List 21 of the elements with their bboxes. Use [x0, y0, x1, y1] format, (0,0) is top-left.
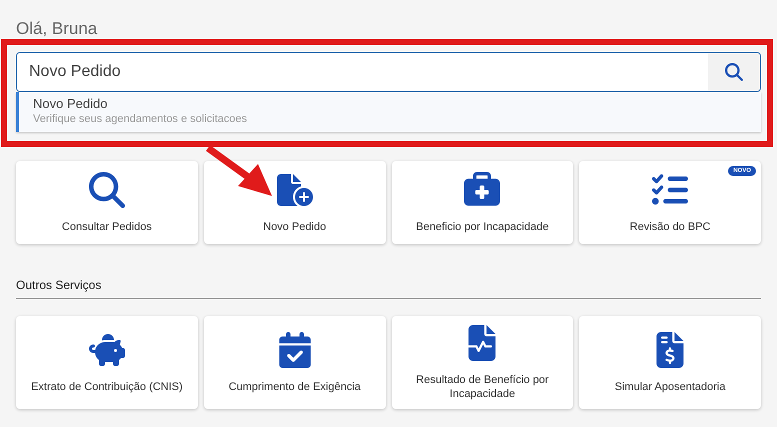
checklist-icon — [652, 172, 688, 208]
magnifier-icon — [88, 172, 125, 208]
section-heading: Outros Serviços — [16, 278, 761, 299]
suggestion-subtitle: Verifique seus agendamentos e solicitacoes — [33, 112, 248, 127]
suggestion-title: Novo Pedido — [33, 95, 108, 112]
document-plus-icon — [276, 172, 313, 208]
service-card[interactable]: Consultar Pedidos — [16, 161, 198, 244]
piggy-bank-icon — [88, 332, 125, 368]
search-button[interactable] — [708, 53, 760, 91]
greeting: Olá, Bruna — [16, 18, 98, 40]
service-card[interactable]: Simular Aposentadoria — [579, 316, 761, 409]
medical-kit-icon — [464, 172, 500, 208]
search-icon — [725, 63, 743, 81]
suggestion-item[interactable]: Novo Pedido Verifique seus agendamentos e solicitacoes — [16, 92, 761, 132]
arrow — [206, 145, 272, 196]
service-card[interactable]: Resultado de Benefício por Incapacidade — [392, 316, 574, 409]
service-card[interactable]: Novo Pedido — [204, 161, 386, 244]
service-card[interactable]: Cumprimento de Exigência — [204, 316, 386, 409]
service-card[interactable]: Extrato de Contribuição (CNIS) — [16, 316, 198, 409]
calendar-check-icon — [276, 332, 313, 368]
service-card[interactable]: Beneficio por Incapacidade — [392, 161, 574, 244]
